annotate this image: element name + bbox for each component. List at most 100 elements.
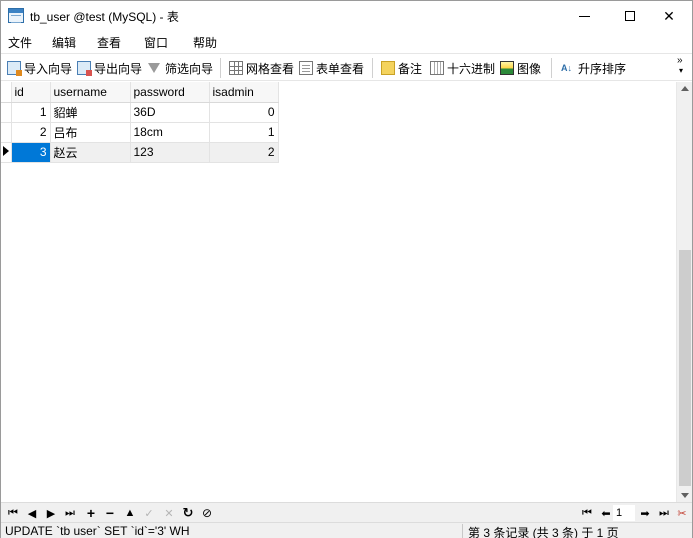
maximize-icon	[625, 11, 635, 21]
memo-button[interactable]: 备注	[381, 58, 422, 78]
next-record-button[interactable]: ▶	[43, 505, 59, 521]
hex-button[interactable]: 十六进制	[430, 58, 495, 78]
sort-ascending-icon: A↓	[561, 63, 572, 73]
table-icon	[8, 8, 24, 23]
filter-wizard-button[interactable]: 筛选向导	[147, 58, 213, 78]
image-label: 图像	[517, 61, 542, 76]
refresh-button[interactable]: ↻	[180, 505, 196, 521]
hex-label: 十六进制	[447, 61, 496, 76]
memo-label: 备注	[398, 61, 423, 76]
toolbar-separator	[551, 58, 552, 78]
minimize-icon	[578, 15, 590, 17]
edit-record-button[interactable]: ▲	[122, 505, 138, 521]
menu-bar: 文件 编辑 查看 窗口 帮助	[1, 31, 692, 52]
cell-username[interactable]: 吕布	[50, 122, 131, 143]
column-header-id[interactable]: id	[11, 82, 51, 103]
cell-username[interactable]: 赵云	[50, 142, 131, 163]
delete-record-button[interactable]: −	[102, 505, 118, 521]
cell-isadmin[interactable]: 1	[209, 122, 279, 143]
sort-ascending-label: 升序排序	[578, 61, 627, 76]
scroll-down-icon[interactable]	[681, 493, 689, 498]
menu-help[interactable]: 帮助	[193, 34, 217, 51]
previous-page-icon: ⬅	[601, 507, 611, 520]
cell-id-active[interactable]: 3	[11, 142, 51, 163]
refresh-icon: ↻	[182, 505, 194, 520]
minimize-button[interactable]	[561, 1, 607, 31]
toolbar: 导入向导 导出向导 筛选向导 网格查看 表单查看 备注 十六进制 图像 A↓ 升…	[1, 53, 692, 81]
column-header-password[interactable]: password	[130, 82, 210, 103]
grid-view-button[interactable]: 网格查看	[229, 58, 294, 78]
toolbar-overflow-button[interactable]: » ▾	[677, 56, 683, 76]
menu-file[interactable]: 文件	[8, 34, 32, 51]
previous-page-button[interactable]: ⬅	[598, 505, 614, 521]
toolbar-separator	[220, 58, 221, 78]
menu-window[interactable]: 窗口	[144, 34, 168, 51]
row-selector[interactable]	[1, 122, 12, 143]
form-view-button[interactable]: 表单查看	[299, 58, 364, 78]
scroll-up-icon[interactable]	[681, 86, 689, 91]
table-row-selected[interactable]: 3 赵云 123 2	[1, 142, 279, 163]
add-record-button[interactable]: +	[83, 505, 99, 521]
cell-isadmin[interactable]: 0	[209, 102, 279, 123]
discard-changes-button[interactable]: ✕	[161, 505, 177, 521]
grid-icon	[229, 61, 243, 75]
export-icon	[77, 61, 92, 76]
current-row-arrow-icon	[3, 146, 9, 156]
apply-changes-button[interactable]: ✓	[141, 505, 157, 521]
close-button[interactable]: ✕	[646, 1, 692, 31]
stop-icon: ⊘	[201, 506, 213, 520]
export-wizard-button[interactable]: 导出向导	[77, 58, 142, 78]
check-icon: ✓	[144, 507, 154, 520]
first-page-button[interactable]: ⏮	[579, 505, 595, 521]
import-icon	[7, 61, 22, 76]
last-record-button[interactable]: ⏭	[62, 505, 78, 521]
form-view-label: 表单查看	[316, 61, 365, 76]
stop-button[interactable]: ⊘	[199, 505, 215, 521]
row-selector[interactable]	[1, 102, 12, 123]
plus-icon: +	[86, 505, 96, 521]
first-page-icon: ⏮	[582, 506, 592, 519]
status-bar: UPDATE `tb user` SET `id`='3' WH 第 3 条记录…	[1, 522, 692, 538]
next-record-icon: ▶	[46, 507, 56, 520]
page-number-input[interactable]: 1	[613, 505, 635, 521]
next-page-icon: ➡	[640, 507, 650, 520]
vertical-scrollbar[interactable]	[676, 82, 692, 502]
cell-id[interactable]: 2	[11, 122, 51, 143]
image-button[interactable]: 图像	[500, 58, 541, 78]
last-page-icon: ⏭	[659, 506, 669, 519]
previous-record-button[interactable]: ◀	[24, 505, 40, 521]
next-page-button[interactable]: ➡	[637, 505, 653, 521]
row-selector-current[interactable]	[1, 142, 12, 163]
scrollbar-thumb[interactable]	[679, 250, 691, 486]
table-row[interactable]: 1 貂蝉 36D 0	[1, 102, 279, 123]
settings-button[interactable]: ✂	[674, 505, 690, 521]
column-header-isadmin[interactable]: isadmin	[209, 82, 279, 103]
import-wizard-button[interactable]: 导入向导	[7, 58, 72, 78]
tools-icon: ✂	[677, 507, 687, 520]
toolbar-separator	[372, 58, 373, 78]
sort-ascending-button[interactable]: A↓ 升序排序	[561, 58, 626, 78]
form-icon	[299, 61, 313, 75]
hex-icon	[430, 61, 444, 75]
status-divider	[462, 524, 463, 538]
cell-isadmin[interactable]: 2	[209, 142, 279, 163]
filter-wizard-label: 筛选向导	[165, 61, 214, 76]
cell-username[interactable]: 貂蝉	[50, 102, 131, 123]
cell-password[interactable]: 18cm	[130, 122, 210, 143]
cell-password[interactable]: 123	[130, 142, 210, 163]
cell-id[interactable]: 1	[11, 102, 51, 123]
first-record-button[interactable]: ⏮	[5, 505, 21, 521]
column-header-username[interactable]: username	[50, 82, 131, 103]
table-row[interactable]: 2 吕布 18cm 1	[1, 122, 279, 143]
row-selector-header[interactable]	[1, 82, 12, 103]
last-page-button[interactable]: ⏭	[656, 505, 672, 521]
records-table: id username password isadmin 1 貂蝉 36D 0 …	[1, 82, 279, 163]
record-navigator: ⏮ ◀ ▶ ⏭ + − ▲ ✓ ✕ ↻ ⊘ ⏮ ⬅ 1 ➡ ⏭ ✂	[1, 502, 692, 522]
menu-edit[interactable]: 编辑	[52, 34, 76, 51]
cell-password[interactable]: 36D	[130, 102, 210, 123]
cross-icon: ✕	[164, 507, 174, 520]
close-icon: ✕	[663, 7, 675, 24]
menu-view[interactable]: 查看	[97, 34, 121, 51]
previous-record-icon: ◀	[27, 507, 37, 520]
grid-view-label: 网格查看	[246, 61, 295, 76]
